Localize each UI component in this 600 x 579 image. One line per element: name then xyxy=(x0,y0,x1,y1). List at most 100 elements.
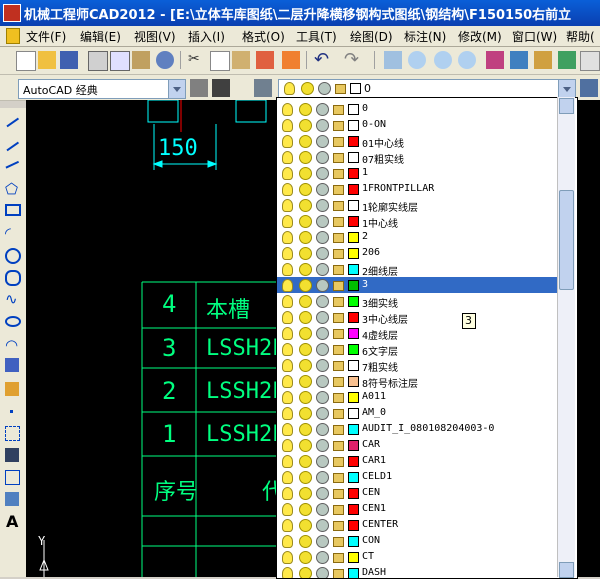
layer-combo[interactable]: 0 xyxy=(278,79,576,99)
viewport-freeze-icon[interactable] xyxy=(316,551,329,564)
sun-icon[interactable] xyxy=(299,503,312,516)
lock-icon[interactable] xyxy=(333,345,344,355)
paste-icon[interactable] xyxy=(232,51,250,69)
rectangle-icon[interactable] xyxy=(5,204,21,216)
light-bulb-icon[interactable] xyxy=(282,487,293,500)
layer-row[interactable]: 1轮廓实线层 xyxy=(277,197,557,214)
design-center-icon[interactable] xyxy=(510,51,528,69)
scrollbar-thumb[interactable] xyxy=(559,190,574,290)
light-bulb-icon[interactable] xyxy=(282,359,293,372)
workspace-save-icon[interactable] xyxy=(212,79,230,97)
menu-tools[interactable]: 工具(T) xyxy=(296,28,337,45)
viewport-freeze-icon[interactable] xyxy=(316,295,329,308)
light-bulb-icon[interactable] xyxy=(282,231,293,244)
viewport-freeze-icon[interactable] xyxy=(316,311,329,324)
layer-row[interactable]: 6文字层 xyxy=(277,341,557,358)
lock-icon[interactable] xyxy=(333,105,344,115)
point-icon[interactable] xyxy=(10,410,13,413)
lock-icon[interactable] xyxy=(333,457,344,467)
lock-icon[interactable] xyxy=(333,217,344,227)
sun-icon[interactable] xyxy=(299,119,312,132)
tool-palette-icon[interactable] xyxy=(534,51,552,69)
light-bulb-icon[interactable] xyxy=(282,295,293,308)
layer-row[interactable]: AUDIT_I_080108204003-0 xyxy=(277,421,557,437)
lock-icon[interactable] xyxy=(333,297,344,307)
polyline-icon[interactable] xyxy=(2,155,20,169)
line-icon[interactable] xyxy=(2,112,20,128)
light-bulb-icon[interactable] xyxy=(282,551,293,564)
plot-icon[interactable] xyxy=(156,51,174,69)
light-bulb-icon[interactable] xyxy=(282,215,293,228)
sun-icon[interactable] xyxy=(299,103,312,116)
arc-icon[interactable]: ◜ xyxy=(5,224,23,242)
layer-row[interactable]: 3细实线 xyxy=(277,293,557,310)
sun-icon[interactable] xyxy=(299,311,312,324)
light-bulb-icon[interactable] xyxy=(282,327,293,340)
new-icon[interactable] xyxy=(16,51,36,71)
lock-icon[interactable] xyxy=(333,265,344,275)
sun-icon[interactable] xyxy=(299,487,312,500)
hatch-icon[interactable] xyxy=(5,426,20,441)
menu-modify[interactable]: 修改(M) xyxy=(458,28,502,45)
circle-icon[interactable] xyxy=(5,248,21,264)
viewport-freeze-icon[interactable] xyxy=(316,183,329,196)
markup-icon[interactable] xyxy=(580,51,600,71)
viewport-freeze-icon[interactable] xyxy=(316,423,329,436)
layer-row[interactable]: CEN xyxy=(277,485,557,501)
save-icon[interactable] xyxy=(60,51,78,69)
light-bulb-icon[interactable] xyxy=(282,311,293,324)
viewport-freeze-icon[interactable] xyxy=(316,119,329,132)
layer-row[interactable]: CAR xyxy=(277,437,557,453)
sun-icon[interactable] xyxy=(299,471,312,484)
workspace-settings-icon[interactable] xyxy=(190,79,208,97)
layer-row[interactable]: 3中心线层 xyxy=(277,309,557,326)
menu-insert[interactable]: 插入(I) xyxy=(188,28,225,45)
doc-icon[interactable] xyxy=(6,28,20,44)
lock-icon[interactable] xyxy=(333,489,344,499)
properties-icon[interactable] xyxy=(486,51,504,69)
sun-icon[interactable] xyxy=(299,567,312,578)
preview-icon[interactable] xyxy=(110,51,130,71)
sun-icon[interactable] xyxy=(299,407,312,420)
menu-draw[interactable]: 绘图(D) xyxy=(350,28,393,45)
layer-row[interactable]: 7粗实线 xyxy=(277,357,557,374)
sun-icon[interactable] xyxy=(299,551,312,564)
construction-line-icon[interactable] xyxy=(2,136,20,152)
lock-icon[interactable] xyxy=(333,569,344,578)
layer-row[interactable]: 4虚线层 xyxy=(277,325,557,342)
viewport-freeze-icon[interactable] xyxy=(316,455,329,468)
sun-icon[interactable] xyxy=(299,519,312,532)
dropdown-scrollbar[interactable] xyxy=(557,97,575,577)
lock-icon[interactable] xyxy=(333,201,344,211)
light-bulb-icon[interactable] xyxy=(282,183,293,196)
layer-dropdown-list[interactable]: 0 0-ON 01中心线 07粗实线 1 1FRONTPILLAR 1轮廓实线层 1中心线 2 2… xyxy=(276,97,578,579)
viewport-freeze-icon[interactable] xyxy=(316,535,329,548)
viewport-freeze-icon[interactable] xyxy=(316,279,329,292)
lock-icon[interactable] xyxy=(333,281,344,291)
viewport-freeze-icon[interactable] xyxy=(316,199,329,212)
light-bulb-icon[interactable] xyxy=(282,135,293,148)
lock-icon[interactable] xyxy=(333,233,344,243)
viewport-freeze-icon[interactable] xyxy=(316,215,329,228)
redo-icon[interactable]: ↷ xyxy=(344,49,362,70)
table-icon[interactable] xyxy=(5,492,19,506)
sun-icon[interactable] xyxy=(299,295,312,308)
viewport-freeze-icon[interactable] xyxy=(316,263,329,276)
light-bulb-icon[interactable] xyxy=(282,455,293,468)
lock-icon[interactable] xyxy=(333,137,344,147)
viewport-freeze-icon[interactable] xyxy=(316,231,329,244)
sun-icon[interactable] xyxy=(299,215,312,228)
sun-icon[interactable] xyxy=(299,135,312,148)
lock-icon[interactable] xyxy=(333,425,344,435)
viewport-freeze-icon[interactable] xyxy=(316,151,329,164)
viewport-freeze-icon[interactable] xyxy=(316,135,329,148)
viewport-freeze-icon[interactable] xyxy=(316,503,329,516)
undo-icon[interactable]: ↶ xyxy=(314,49,332,70)
menu-window[interactable]: 窗口(W) xyxy=(512,28,557,45)
light-bulb-icon[interactable] xyxy=(282,279,293,292)
lock-icon[interactable] xyxy=(333,185,344,195)
light-bulb-icon[interactable] xyxy=(282,167,293,180)
revision-cloud-icon[interactable] xyxy=(5,270,21,286)
drawing-canvas[interactable]: 150 4 3 2 1 本 槽 LSSH2E LSSH2E LSSH2E 序号 … xyxy=(26,100,278,577)
layer-row[interactable]: 2细线层 xyxy=(277,261,557,278)
